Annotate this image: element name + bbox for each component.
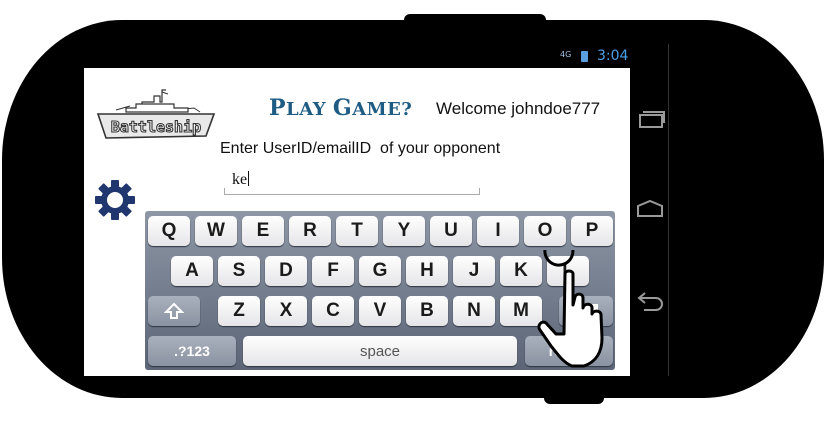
key-z[interactable]: Z [218,296,260,326]
key-i[interactable]: I [477,216,519,246]
key-o[interactable]: O [524,216,566,246]
clock: 3:04 [597,48,629,64]
shift-key[interactable] [148,296,200,326]
logo-text: Battleship [111,118,201,136]
opponent-prompt: Enter UserID/emailID of your opponent [220,140,501,157]
welcome-text: Welcome johndoe777 [436,99,601,118]
status-bar: 4G 3:04 [84,44,630,68]
key-n[interactable]: N [453,296,495,326]
key-d[interactable]: D [265,256,307,286]
key-h[interactable]: H [406,256,448,286]
network-indicator: 4G [560,50,572,59]
shift-icon [164,302,184,319]
key-y[interactable]: Y [383,216,425,246]
key-f[interactable]: F [312,256,354,286]
key-q[interactable]: Q [148,216,190,246]
space-key[interactable]: space [243,336,517,366]
battleship-logo: Battleship [96,89,216,139]
key-w[interactable]: W [195,216,237,246]
title-part: G [332,95,353,121]
key-b[interactable]: B [406,296,448,326]
title-part: LAY [286,99,333,120]
key-s[interactable]: S [218,256,260,286]
battery-icon [581,51,588,62]
recent-apps-icon[interactable] [634,108,666,130]
key-v[interactable]: V [359,296,401,326]
page-title: PLAY GAME? [269,95,412,121]
key-e[interactable]: E [242,216,284,246]
title-part: AME? [352,99,413,120]
key-g[interactable]: G [359,256,401,286]
key-r[interactable]: R [289,216,331,246]
key-u[interactable]: U [430,216,472,246]
title-part: P [269,95,287,121]
key-a[interactable]: A [171,256,213,286]
settings-gear-icon[interactable] [94,179,136,221]
key-t[interactable]: T [336,216,378,246]
key-c[interactable]: C [312,296,354,326]
touch-hand-icon [537,250,604,368]
bezel-divider [668,44,669,376]
key-x[interactable]: X [265,296,307,326]
text-caret [248,171,250,186]
key-p[interactable]: P [571,216,613,246]
numbers-key[interactable]: .?123 [148,336,236,366]
back-icon[interactable] [634,290,666,314]
opponent-input[interactable]: ke [224,168,480,195]
opponent-input-value: ke [232,171,250,188]
key-j[interactable]: J [453,256,495,286]
home-icon[interactable] [634,198,666,220]
